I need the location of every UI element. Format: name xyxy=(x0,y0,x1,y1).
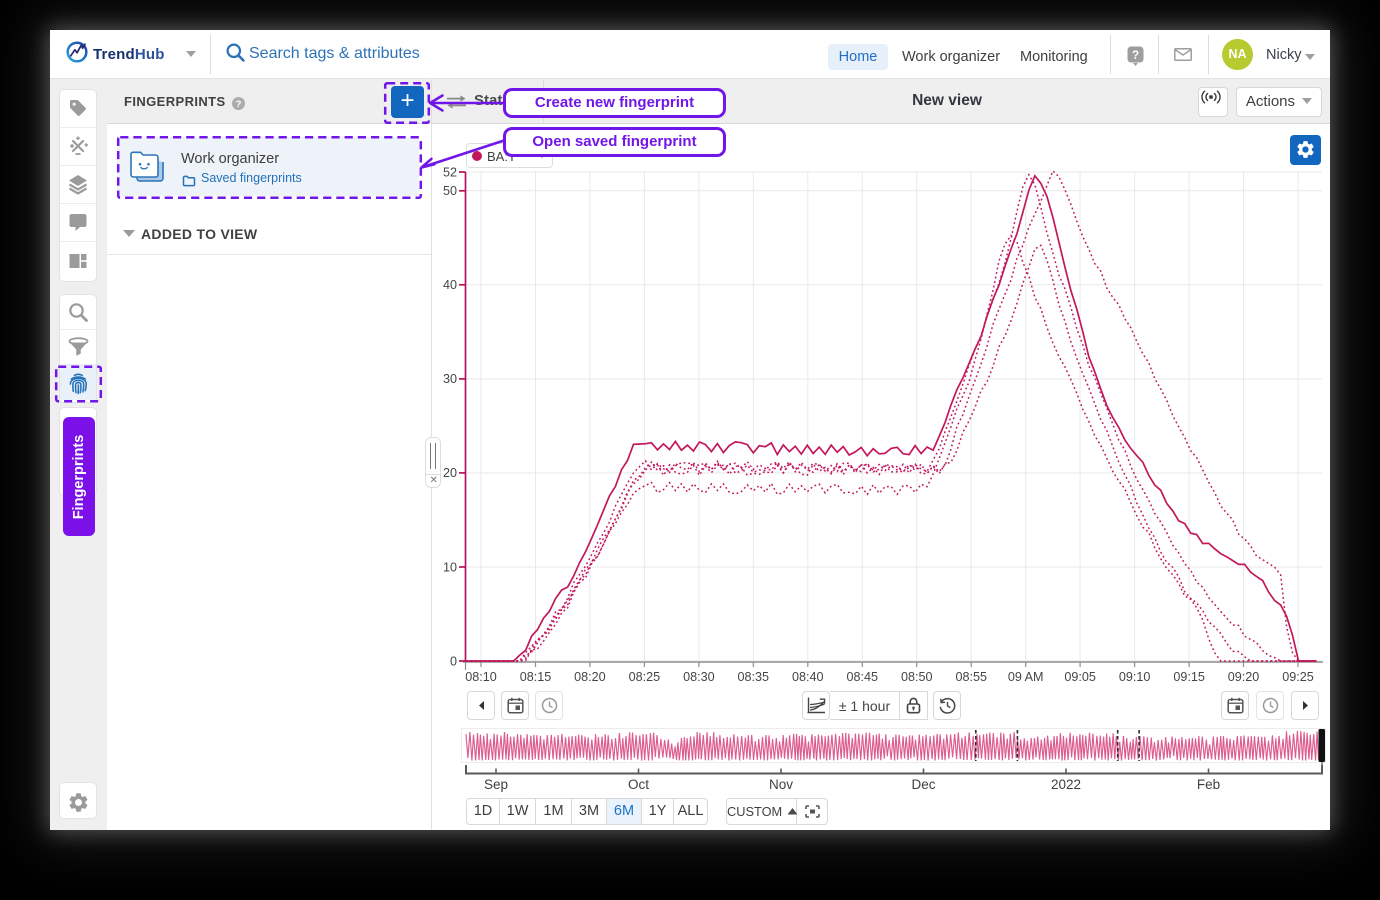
svg-text:20: 20 xyxy=(443,466,457,480)
svg-text:40: 40 xyxy=(443,278,457,292)
svg-text:08:15: 08:15 xyxy=(520,670,552,684)
svg-text:08:20: 08:20 xyxy=(574,670,606,684)
svg-text:09:25: 09:25 xyxy=(1282,670,1314,684)
svg-text:Sep: Sep xyxy=(484,777,508,792)
svg-text:08:25: 08:25 xyxy=(629,670,661,684)
svg-text:09:20: 09:20 xyxy=(1228,670,1260,684)
svg-text:?: ? xyxy=(236,99,242,110)
svg-text:09:15: 09:15 xyxy=(1173,670,1205,684)
svg-text:09:10: 09:10 xyxy=(1119,670,1151,684)
svg-text:10: 10 xyxy=(443,560,457,574)
svg-text:09 AM: 09 AM xyxy=(1008,670,1044,684)
svg-text:08:50: 08:50 xyxy=(901,670,933,684)
svg-text:08:30: 08:30 xyxy=(683,670,715,684)
svg-text:0: 0 xyxy=(450,654,457,668)
svg-text:30: 30 xyxy=(443,372,457,386)
svg-text:08:55: 08:55 xyxy=(955,670,987,684)
svg-text:?: ? xyxy=(1132,48,1139,62)
svg-text:Oct: Oct xyxy=(628,777,649,792)
svg-text:08:40: 08:40 xyxy=(792,670,824,684)
svg-text:08:35: 08:35 xyxy=(738,670,770,684)
svg-text:50: 50 xyxy=(443,184,457,198)
svg-text:52: 52 xyxy=(443,165,457,179)
svg-text:Dec: Dec xyxy=(911,777,935,792)
svg-text:2022: 2022 xyxy=(1051,777,1081,792)
svg-text:09:05: 09:05 xyxy=(1064,670,1096,684)
svg-text:08:10: 08:10 xyxy=(465,670,497,684)
svg-text:Feb: Feb xyxy=(1197,777,1220,792)
svg-text:Nov: Nov xyxy=(769,777,793,792)
svg-text:08:45: 08:45 xyxy=(847,670,879,684)
